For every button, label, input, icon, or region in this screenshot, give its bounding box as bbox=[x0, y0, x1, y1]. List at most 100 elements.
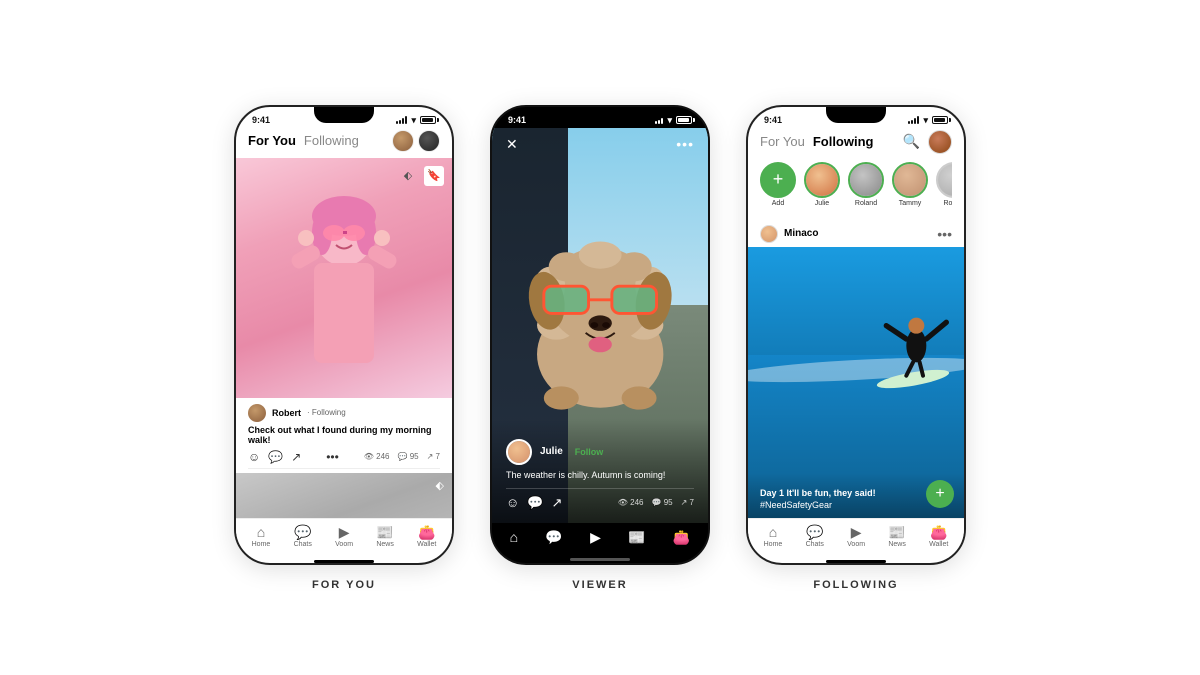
nav-home-3[interactable]: ⌂ Home bbox=[764, 525, 783, 548]
surf-caption: Day 1 It'll be fun, they said! bbox=[760, 488, 952, 498]
likes-count: 👁 246 bbox=[364, 452, 390, 461]
dark-nav-chats[interactable]: 💬 bbox=[545, 529, 562, 546]
minaco-avatar[interactable] bbox=[760, 225, 778, 243]
story-name-roland: Roland bbox=[855, 200, 877, 207]
avatar-header-2[interactable] bbox=[418, 130, 440, 152]
status-icons-3: ▾ bbox=[908, 115, 948, 126]
home-indicator-2 bbox=[570, 558, 630, 561]
story-avatar-robert[interactable] bbox=[936, 162, 952, 198]
more-options-icon-viewer[interactable]: ••• bbox=[676, 136, 694, 152]
story-avatar-tammy[interactable] bbox=[892, 162, 928, 198]
wifi-icon-2: ▾ bbox=[667, 115, 672, 126]
share-action-icon[interactable]: ↗ bbox=[291, 450, 301, 464]
avatar-header-1[interactable] bbox=[392, 130, 414, 152]
story-tammy[interactable]: Tammy bbox=[892, 162, 928, 207]
share-icon-viewer[interactable]: ↗ bbox=[551, 495, 562, 511]
chats-icon-3: 💬 bbox=[806, 525, 823, 539]
story-name-add: Add bbox=[772, 200, 784, 207]
phone-viewer: 9:41 ▾ bbox=[490, 105, 710, 565]
phone-label-for-you: FOR YOU bbox=[312, 579, 376, 591]
bottom-nav-3: ⌂ Home 💬 Chats ▶ Voom 📰 News 👛 Wall bbox=[748, 518, 964, 558]
nav-chats-3[interactable]: 💬 Chats bbox=[806, 525, 824, 548]
follow-button[interactable]: Follow bbox=[575, 447, 604, 457]
share-icon[interactable]: ⬖ bbox=[398, 166, 418, 186]
nav-voom-3[interactable]: ▶ Voom bbox=[847, 525, 865, 548]
voom-icon: ▶ bbox=[339, 525, 350, 539]
nav-news-1[interactable]: 📰 News bbox=[376, 525, 394, 548]
wifi-icon-3: ▾ bbox=[923, 115, 928, 126]
comment-icon-viewer[interactable]: 💬 bbox=[527, 495, 543, 511]
phone1-post-info: Robert · Following Check out what I foun… bbox=[236, 398, 452, 473]
bookmark-icon[interactable]: 🔖 bbox=[424, 166, 444, 186]
battery-icon-3 bbox=[932, 116, 948, 124]
second-share-icon[interactable]: ⬖ bbox=[436, 480, 444, 492]
phone-viewer-wrapper: 9:41 ▾ bbox=[490, 105, 710, 591]
story-julie[interactable]: Julie bbox=[804, 162, 840, 207]
tab-for-you-3[interactable]: For You bbox=[760, 134, 805, 149]
phone3-post-header: Minaco ••• bbox=[748, 221, 964, 247]
tab-following-inactive[interactable]: Following bbox=[304, 133, 359, 148]
dog-illustration bbox=[503, 187, 697, 444]
wallet-icon-3: 👛 bbox=[930, 525, 947, 539]
phone3-post-card: Minaco ••• bbox=[748, 221, 964, 518]
phone-for-you-wrapper: 9:41 ▾ For You Following bbox=[234, 105, 454, 591]
nav-wallet-1[interactable]: 👛 Wallet bbox=[417, 525, 436, 548]
phone3-top-row: For You Following 🔍 bbox=[760, 130, 952, 154]
story-robert[interactable]: Robert bbox=[936, 162, 952, 207]
status-time-3: 9:41 bbox=[764, 115, 782, 125]
dark-nav-news[interactable]: 📰 bbox=[628, 529, 645, 546]
story-avatar-julie[interactable] bbox=[804, 162, 840, 198]
nav-voom-1[interactable]: ▶ Voom bbox=[335, 525, 353, 548]
phone3-more-icon[interactable]: ••• bbox=[937, 226, 952, 242]
phone-label-following: FOLLOWING bbox=[813, 579, 898, 591]
post-user-avatar[interactable] bbox=[248, 404, 266, 422]
fab-add-button[interactable]: + bbox=[926, 480, 954, 508]
more-options-icon[interactable]: ••• bbox=[326, 450, 339, 464]
phone1-header-avatars bbox=[392, 130, 440, 152]
dark-nav-wallet[interactable]: 👛 bbox=[673, 529, 690, 546]
nav-home-1[interactable]: ⌂ Home bbox=[252, 525, 271, 548]
dark-nav-voom[interactable]: ▶ bbox=[590, 529, 601, 546]
second-post-image bbox=[236, 473, 452, 518]
nav-home-label: Home bbox=[252, 541, 271, 548]
post-username[interactable]: Robert bbox=[272, 408, 301, 418]
post-stats: 👁 246 💬 95 ↗ 7 bbox=[364, 452, 440, 461]
phone2-viewer-image: ✕ ••• Julie Follow The weather is chilly… bbox=[492, 128, 708, 523]
phones-container: 9:41 ▾ For You Following bbox=[214, 65, 986, 611]
add-story-btn[interactable]: + bbox=[760, 162, 796, 198]
phone2-user-avatar[interactable] bbox=[506, 439, 532, 465]
nav-news-3[interactable]: 📰 News bbox=[888, 525, 906, 548]
phone2-top-bar: ✕ ••• bbox=[492, 128, 708, 161]
tab-following-3-active[interactable]: Following bbox=[813, 134, 874, 149]
nav-wallet-label: Wallet bbox=[417, 541, 436, 548]
phone3-username[interactable]: Minaco bbox=[784, 228, 931, 239]
phone2-user-row: Julie Follow bbox=[506, 439, 694, 465]
story-roland[interactable]: Roland bbox=[848, 162, 884, 207]
profile-avatar-3[interactable] bbox=[928, 130, 952, 154]
nav-wallet-3[interactable]: 👛 Wallet bbox=[929, 525, 948, 548]
search-icon-3[interactable]: 🔍 bbox=[903, 133, 920, 150]
home-indicator-1 bbox=[314, 560, 374, 563]
comments-count: 💬 95 bbox=[398, 452, 419, 461]
girl-silhouette bbox=[284, 178, 404, 398]
tab-for-you-active[interactable]: For You bbox=[248, 133, 296, 148]
story-add[interactable]: + Add bbox=[760, 162, 796, 207]
dark-bottom-nav: ⌂ 💬 ▶ 📰 👛 bbox=[492, 523, 708, 556]
nav-chats-1[interactable]: 💬 Chats bbox=[294, 525, 312, 548]
like-icon-viewer[interactable]: ☺ bbox=[506, 495, 519, 510]
like-icon[interactable]: ☺ bbox=[248, 450, 260, 464]
phone-following-wrapper: 9:41 ▾ For You Following 🔍 bbox=[746, 105, 966, 591]
close-icon[interactable]: ✕ bbox=[506, 136, 518, 153]
phone2-username[interactable]: Julie bbox=[540, 446, 563, 457]
comment-icon[interactable]: 💬 bbox=[268, 450, 283, 464]
stories-row: + Add Julie Roland bbox=[760, 162, 952, 207]
home-icon-3: ⌂ bbox=[769, 525, 777, 539]
story-avatar-roland[interactable] bbox=[848, 162, 884, 198]
post-caption: Check out what I found during my morning… bbox=[248, 425, 440, 445]
surfer-svg bbox=[873, 274, 953, 404]
phone2-caption: The weather is chilly. Autumn is coming! bbox=[506, 470, 694, 480]
second-post-overlay: ⬖ bbox=[436, 479, 444, 492]
nav-voom-label: Voom bbox=[335, 541, 353, 548]
nav-news-label: News bbox=[376, 541, 394, 548]
dark-nav-home[interactable]: ⌂ bbox=[510, 529, 518, 545]
